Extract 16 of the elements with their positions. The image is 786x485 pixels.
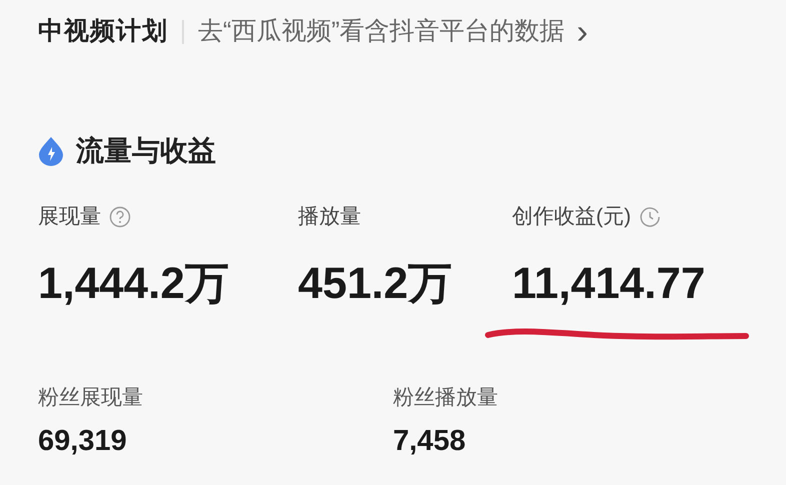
page-title: 中视频计划: [38, 16, 168, 48]
metric-value: 69,319: [38, 424, 128, 458]
metric-label: 粉丝展现量: [38, 385, 144, 411]
xigua-data-link[interactable]: 去“西瓜视频”看含抖音平台的数据 ›: [198, 13, 588, 51]
metric-label: 展现量: [38, 204, 101, 230]
help-icon[interactable]: [109, 206, 131, 228]
clock-icon[interactable]: [639, 206, 661, 228]
section-title: 流量与收益: [76, 134, 216, 168]
metric-value: 11,414.77: [512, 258, 706, 310]
metric-label: 粉丝播放量: [393, 385, 499, 411]
metric-value: 7,458: [393, 424, 467, 458]
metric-value: 1,444.2万: [38, 258, 230, 310]
metric-label: 播放量: [298, 204, 361, 230]
droplet-icon: [38, 136, 64, 166]
metric-label: 创作收益(元): [512, 204, 631, 230]
metric-value: 451.2万: [298, 258, 454, 310]
